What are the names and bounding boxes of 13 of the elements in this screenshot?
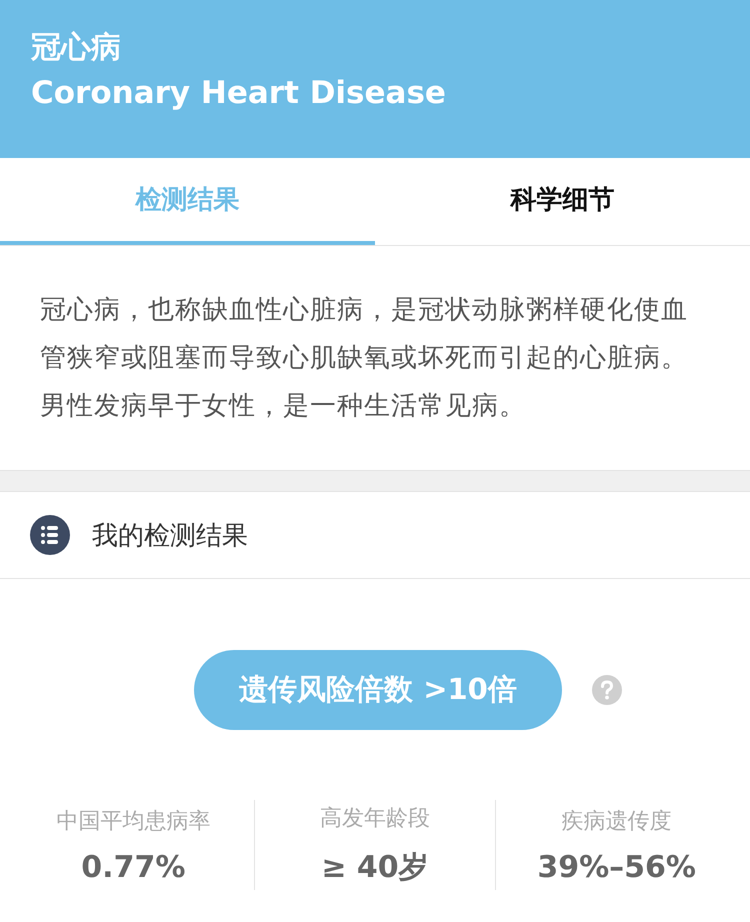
section-title: 我的检测结果 [92, 520, 248, 552]
stat-label: 疾病遗传度 [562, 808, 672, 836]
stat-value: 0.77% [81, 850, 186, 884]
list-icon [30, 515, 70, 555]
stat-value: ≥ 40岁 [321, 848, 429, 886]
stat-value: 39%–56% [537, 850, 696, 884]
stat-label: 中国平均患病率 [56, 808, 210, 836]
help-icon[interactable] [592, 675, 622, 705]
stat-label: 高发年龄段 [320, 804, 430, 832]
page-subtitle: Coronary Heart Disease [31, 74, 447, 113]
description-text: 冠心病，也称缺血性心脏病，是冠状动脉粥样硬化使血管狭窄或阻塞而导致心肌缺氧或坏死而引起的心脏病。男性发病早于女性，是一种生活常见病。 [39, 294, 689, 423]
risk-button[interactable]: 遗传风险倍数 >10倍 [194, 650, 562, 730]
page-title: 冠心病 [31, 29, 122, 67]
